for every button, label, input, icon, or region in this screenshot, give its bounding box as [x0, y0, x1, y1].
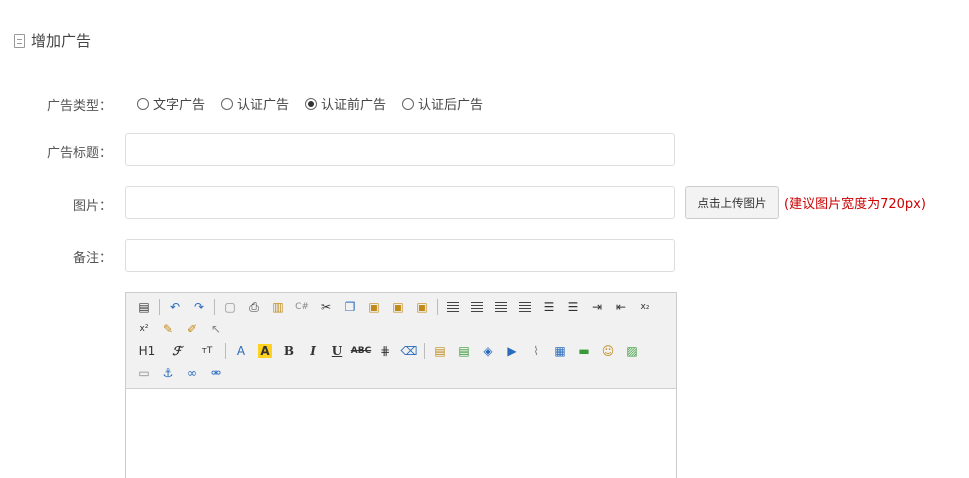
- code-icon[interactable]: C#: [290, 297, 314, 317]
- italic-button[interactable]: I: [301, 341, 325, 361]
- strikethrough-button[interactable]: ABC: [349, 341, 373, 361]
- anchor-icon[interactable]: ⚓: [156, 363, 180, 383]
- font-family-dropdown[interactable]: ℱ: [162, 341, 192, 361]
- radio-circle-icon[interactable]: [402, 97, 415, 110]
- align-left-icon[interactable]: [441, 297, 465, 317]
- align-center-icon[interactable]: [465, 297, 489, 317]
- page-title: 增加广告: [31, 32, 92, 50]
- toolbar-separator: [159, 299, 160, 315]
- toolbar-row-4: ▭ ⚓ ∞ ⚮: [132, 362, 670, 384]
- emoticon-icon[interactable]: ☺: [596, 341, 620, 361]
- horizontal-rule-icon[interactable]: ▬: [572, 341, 596, 361]
- radio-text-ad[interactable]: 文字广告: [137, 94, 205, 113]
- insert-multi-image-icon[interactable]: ▤: [452, 341, 476, 361]
- radio-label: 认证前广告: [321, 98, 387, 113]
- template-icon[interactable]: ▥: [266, 297, 290, 317]
- copy-icon[interactable]: ❐: [338, 297, 362, 317]
- radio-circle-checked-icon[interactable]: [305, 97, 318, 110]
- radio-label: 文字广告: [153, 98, 206, 113]
- highlight-color-button[interactable]: A: [253, 341, 277, 361]
- cursor-icon[interactable]: ↖: [204, 319, 228, 339]
- select-all-icon[interactable]: ✐: [180, 319, 204, 339]
- ad-type-radio-group: 文字广告 认证广告 认证前广告 认证后广告: [137, 94, 499, 113]
- upload-image-button[interactable]: 点击上传图片: [685, 186, 779, 219]
- undo-icon[interactable]: ↶: [163, 297, 187, 317]
- link-icon[interactable]: ∞: [180, 363, 204, 383]
- paste-word-icon[interactable]: ▣: [410, 297, 434, 317]
- line-height-icon[interactable]: ⋕: [373, 341, 397, 361]
- image-path-input[interactable]: [125, 186, 675, 219]
- attachment-icon[interactable]: ⌇: [524, 341, 548, 361]
- image-label: 图片：: [72, 199, 112, 214]
- clear-format-icon[interactable]: ✎: [156, 319, 180, 339]
- heading-dropdown[interactable]: H1: [132, 341, 162, 361]
- ordered-list-icon[interactable]: ☰: [537, 297, 561, 317]
- superscript-icon[interactable]: x²: [132, 319, 156, 339]
- ad-title-label: 广告标题：: [46, 146, 112, 161]
- radio-certified-ad[interactable]: 认证广告: [221, 94, 289, 113]
- editor-content-area[interactable]: [126, 389, 676, 478]
- eraser-icon[interactable]: ⌫: [397, 341, 421, 361]
- font-size-dropdown[interactable]: тT: [192, 341, 222, 361]
- print-icon[interactable]: ⎙: [242, 297, 266, 317]
- toolbar-row-1: ▤ ↶ ↷ ▢ ⎙ ▥ C# ✂ ❐ ▣ ▣ ▣ ☰ ☰ ⇥ ⇤ x₂: [132, 296, 670, 318]
- ad-type-label: 广告类型：: [46, 99, 112, 114]
- radio-circle-icon[interactable]: [137, 97, 149, 110]
- insert-picture-icon[interactable]: ▨: [620, 341, 644, 361]
- radio-label: 认证广告: [237, 98, 290, 113]
- toolbar-separator: [214, 299, 215, 315]
- insert-flash-icon[interactable]: ◈: [476, 341, 500, 361]
- radio-post-certified-ad[interactable]: 认证后广告: [402, 94, 483, 113]
- indent-icon[interactable]: ⇥: [585, 297, 609, 317]
- preview-icon[interactable]: ▢: [218, 297, 242, 317]
- insert-table-icon[interactable]: ▦: [548, 341, 572, 361]
- outdent-icon[interactable]: ⇤: [609, 297, 633, 317]
- paste-icon[interactable]: ▣: [362, 297, 386, 317]
- insert-media-icon[interactable]: ▶: [500, 341, 524, 361]
- align-right-icon[interactable]: [489, 297, 513, 317]
- toolbar-row-3: H1 ℱ тT A A B I U ABC ⋕ ⌫ ▤ ▤ ◈ ▶ ⌇ ▦ ▬ …: [132, 340, 670, 362]
- note-input[interactable]: [125, 239, 675, 272]
- redo-icon[interactable]: ↷: [187, 297, 211, 317]
- editor-toolbar: ▤ ↶ ↷ ▢ ⎙ ▥ C# ✂ ❐ ▣ ▣ ▣ ☰ ☰ ⇥ ⇤ x₂ x² ✎…: [126, 293, 676, 389]
- toolbar-separator: [424, 343, 425, 359]
- cut-icon[interactable]: ✂: [314, 297, 338, 317]
- upload-hint: (建议图片宽度为720px): [784, 197, 926, 212]
- unlink-icon[interactable]: ⚮: [204, 363, 228, 383]
- note-label: 备注：: [72, 251, 112, 266]
- unordered-list-icon[interactable]: ☰: [561, 297, 585, 317]
- align-justify-icon[interactable]: [513, 297, 537, 317]
- underline-button[interactable]: U: [325, 341, 349, 361]
- rich-text-editor: ▤ ↶ ↷ ▢ ⎙ ▥ C# ✂ ❐ ▣ ▣ ▣ ☰ ☰ ⇥ ⇤ x₂ x² ✎…: [125, 292, 677, 478]
- insert-image-icon[interactable]: ▤: [428, 341, 452, 361]
- ad-title-input[interactable]: [125, 133, 675, 166]
- font-color-button[interactable]: A: [229, 341, 253, 361]
- toolbar-separator: [225, 343, 226, 359]
- toolbar-row-2: x² ✎ ✐ ↖: [132, 318, 670, 340]
- source-code-icon[interactable]: ▤: [132, 297, 156, 317]
- page-header: 增加广告: [14, 30, 91, 51]
- subscript-icon[interactable]: x₂: [633, 297, 657, 317]
- bold-button[interactable]: B: [277, 341, 301, 361]
- radio-circle-icon[interactable]: [221, 97, 234, 110]
- toolbar-separator: [437, 299, 438, 315]
- document-icon: [14, 33, 25, 48]
- radio-label: 认证后广告: [418, 98, 484, 113]
- page-break-icon[interactable]: ▭: [132, 363, 156, 383]
- paste-text-icon[interactable]: ▣: [386, 297, 410, 317]
- radio-pre-certified-ad[interactable]: 认证前广告: [305, 94, 386, 113]
- highlight-a: A: [258, 344, 272, 358]
